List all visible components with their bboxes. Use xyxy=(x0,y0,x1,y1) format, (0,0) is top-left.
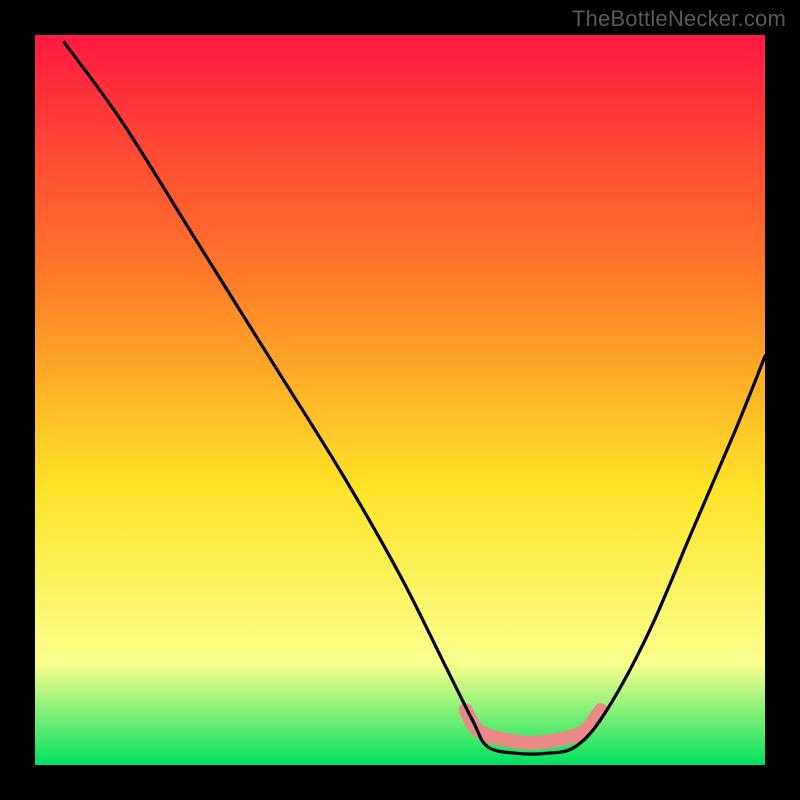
heat-gradient-area xyxy=(35,35,765,765)
bottleneck-chart xyxy=(35,35,765,765)
chart-frame xyxy=(35,35,765,765)
watermark-text: TheBottleNecker.com xyxy=(572,6,786,32)
